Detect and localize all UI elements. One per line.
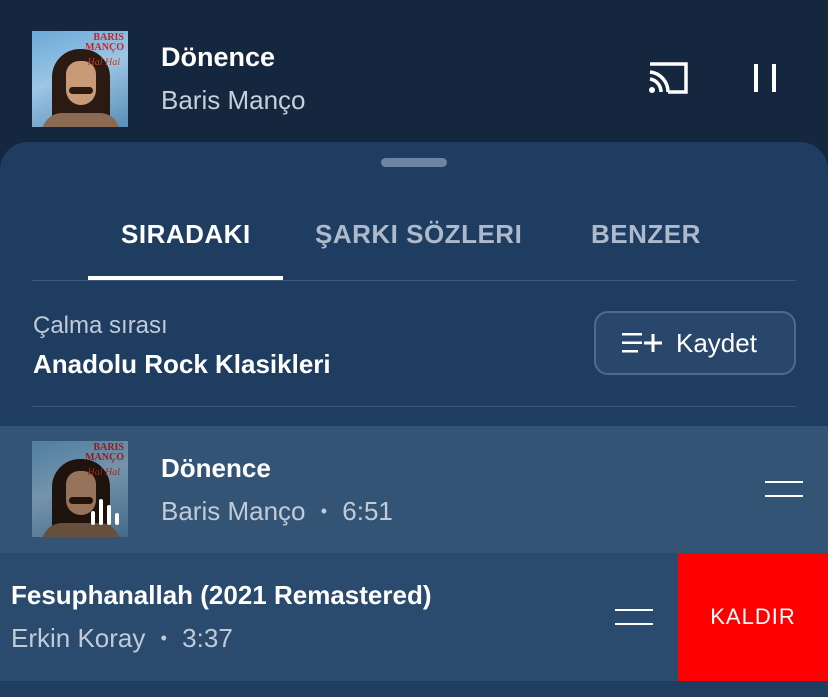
track-meta: Baris Manço • 6:51: [161, 496, 393, 527]
meta-separator: •: [160, 628, 167, 648]
save-queue-button[interactable]: Kaydet: [594, 311, 796, 375]
album-art-title: BARIS MANÇO: [85, 32, 124, 53]
queue-track-row-now-playing[interactable]: BARIS MANÇO Hal Hal Dönence Baris Manço …: [0, 426, 828, 553]
queue-divider: [32, 406, 796, 407]
pause-icon: [754, 64, 776, 92]
playlist-add-icon: [622, 333, 662, 353]
now-playing-artist: Baris Manço: [161, 85, 306, 115]
cast-icon: [649, 62, 688, 94]
album-art: BARIS MANÇO Hal Hal: [32, 31, 128, 127]
mini-player[interactable]: BARIS MANÇO Hal Hal Dönence Baris Manço: [0, 0, 828, 150]
queue-label: Çalma sırası: [33, 312, 168, 339]
track-duration: 3:37: [182, 623, 233, 653]
now-playing-title: Dönence: [161, 42, 276, 72]
pause-button[interactable]: [745, 58, 785, 98]
reorder-handle-icon[interactable]: [765, 481, 803, 497]
tab-divider: [32, 280, 796, 281]
tab-lyrics[interactable]: ŞARKI SÖZLERI: [315, 219, 522, 250]
album-art-subtitle: Hal Hal: [87, 57, 121, 68]
list-bottom-spacer: [0, 681, 828, 697]
save-button-label: Kaydet: [676, 327, 757, 358]
track-artist: Erkin Koray: [11, 623, 146, 653]
tab-related[interactable]: BENZER: [591, 219, 701, 250]
queue-name: Anadolu Rock Klasikleri: [33, 349, 331, 379]
cast-button[interactable]: [642, 58, 692, 98]
reorder-handle-icon[interactable]: [615, 609, 653, 625]
track-duration: 6:51: [342, 496, 393, 526]
remove-track-button[interactable]: KALDIR: [678, 553, 828, 681]
track-artist: Baris Manço: [161, 496, 306, 526]
track-meta: Erkin Koray • 3:37: [11, 623, 233, 654]
track-title: Fesuphanallah (2021 Remastered): [11, 580, 432, 610]
tab-up-next[interactable]: SIRADAKI: [121, 219, 251, 250]
track-title: Dönence: [161, 453, 271, 483]
queue-track-row[interactable]: Fesuphanallah (2021 Remastered) Erkin Ko…: [0, 553, 678, 681]
track-album-art: BARIS MANÇO Hal Hal: [32, 441, 128, 537]
sheet-drag-handle[interactable]: [381, 158, 447, 167]
meta-separator: •: [320, 501, 328, 521]
now-playing-equalizer-icon: [32, 441, 128, 537]
